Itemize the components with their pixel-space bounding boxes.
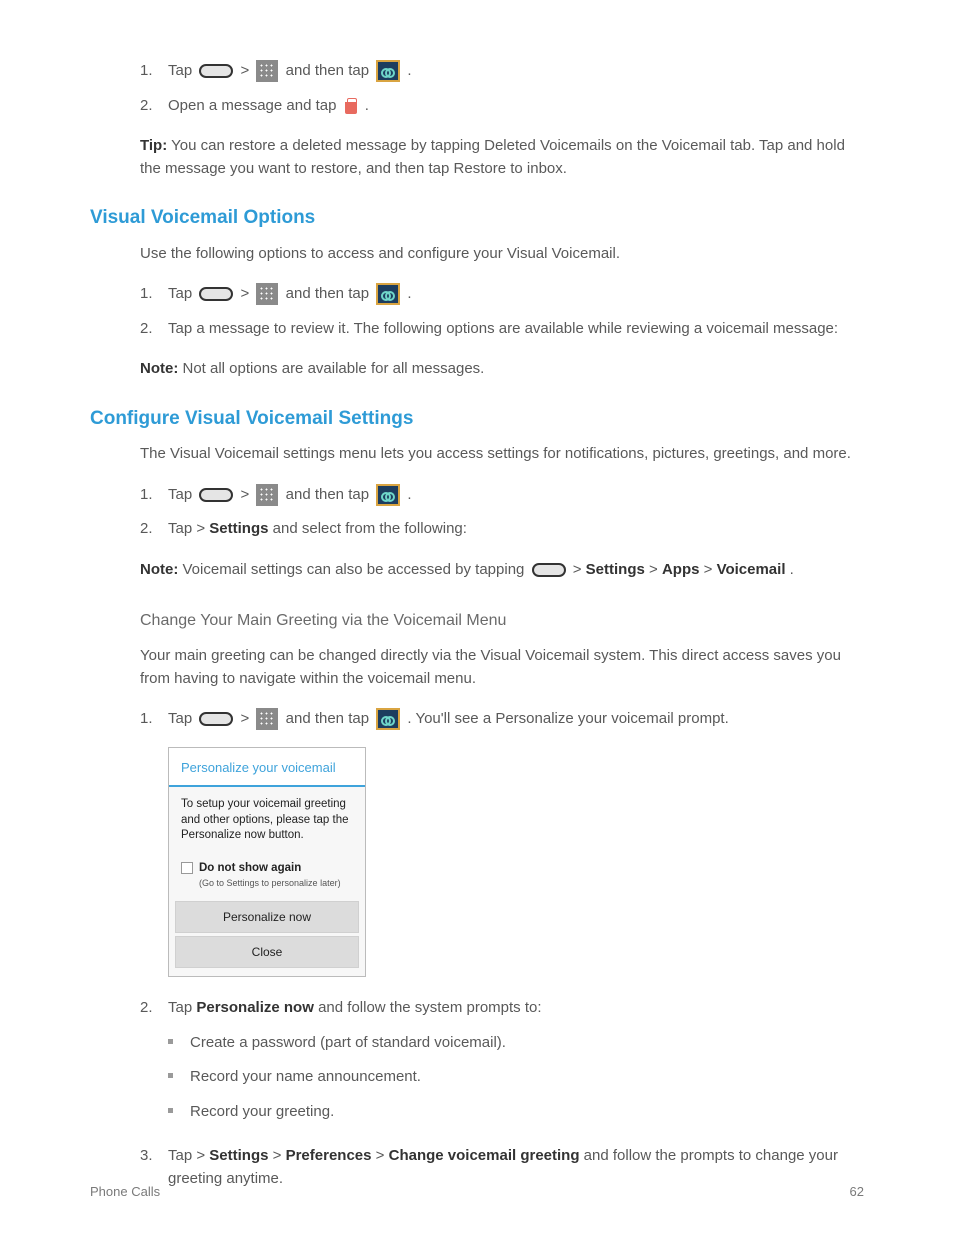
voicemail-icon bbox=[376, 484, 400, 506]
step-number: 2. bbox=[140, 318, 153, 341]
step-1-delete: 1. Tap > and then tap . bbox=[90, 60, 860, 83]
heading-vvm-options: Visual Voicemail Options bbox=[90, 204, 860, 233]
settings-label: Settings bbox=[209, 520, 268, 537]
home-pill-icon bbox=[199, 712, 233, 726]
step-text: Tap > Settings and select from the follo… bbox=[168, 520, 467, 537]
note-label: Note: bbox=[140, 360, 178, 377]
checkbox-primary: Do not show again bbox=[199, 860, 341, 877]
page-footer: Phone Calls 62 bbox=[90, 1182, 864, 1202]
step-number: 1. bbox=[140, 283, 153, 306]
home-pill-icon bbox=[199, 488, 233, 502]
keypad-icon bbox=[256, 708, 278, 730]
subhead-greeting: Change Your Main Greeting via the Voicem… bbox=[90, 609, 860, 633]
step-number: 2. bbox=[140, 95, 153, 118]
close-button[interactable]: Close bbox=[175, 936, 359, 968]
voicemail-icon bbox=[376, 708, 400, 730]
home-pill-icon bbox=[199, 64, 233, 78]
settings-label: Settings bbox=[209, 1147, 268, 1164]
checkbox-text: Do not show again (Go to Settings to per… bbox=[199, 860, 341, 891]
dialog-screenshot-row: Personalize your voicemail To setup your… bbox=[90, 747, 860, 978]
vvm-step-1: 1. Tap > and then tap . bbox=[90, 283, 860, 306]
configure-step-1: 1. Tap > and then tap . bbox=[90, 484, 860, 507]
heading-configure: Configure Visual Voicemail Settings bbox=[90, 405, 860, 434]
voicemail-icon bbox=[376, 60, 400, 82]
voicemail-icon bbox=[376, 283, 400, 305]
trash-icon bbox=[344, 98, 358, 114]
step-text: Open a message and tap . bbox=[168, 97, 369, 114]
personalize-now-label: Personalize now bbox=[196, 999, 314, 1016]
personalize-dialog: Personalize your voicemail To setup your… bbox=[168, 747, 366, 978]
note-label: Note: bbox=[140, 561, 178, 578]
greeting-intro: Your main greeting can be changed direct… bbox=[90, 645, 860, 690]
step-text: Tap > and then tap . You'll see a Person… bbox=[168, 710, 729, 727]
tip-text: You can restore a deleted message by tap… bbox=[140, 137, 845, 177]
personalize-now-button[interactable]: Personalize now bbox=[175, 901, 359, 933]
step-text: Tap > and then tap . bbox=[168, 285, 412, 302]
keypad-icon bbox=[256, 60, 278, 82]
dialog-body: To setup your voicemail greeting and oth… bbox=[169, 787, 365, 854]
vvm-step-2: 2. Tap a message to review it. The follo… bbox=[90, 318, 860, 341]
checkbox-icon[interactable] bbox=[181, 862, 193, 874]
dialog-title: Personalize your voicemail bbox=[169, 748, 365, 788]
step-number: 1. bbox=[140, 708, 153, 731]
configure-intro: The Visual Voicemail settings menu lets … bbox=[90, 443, 860, 466]
note-text: Not all options are available for all me… bbox=[183, 360, 485, 377]
list-item: Record your name announcement. bbox=[168, 1066, 860, 1089]
bullet-list: Create a password (part of standard voic… bbox=[90, 1032, 860, 1124]
step-number: 3. bbox=[140, 1145, 153, 1168]
voicemail-label: Voicemail bbox=[717, 561, 786, 578]
checkbox-secondary: (Go to Settings to personalize later) bbox=[199, 877, 341, 891]
apps-label: Apps bbox=[662, 561, 700, 578]
step-number: 2. bbox=[140, 997, 153, 1020]
greeting-step-1: 1. Tap > and then tap . You'll see a Per… bbox=[90, 708, 860, 731]
tip-block: Tip: You can restore a deleted message b… bbox=[90, 135, 860, 180]
greeting-step-2: 2. Tap Personalize now and follow the sy… bbox=[90, 997, 860, 1020]
dialog-checkbox-row[interactable]: Do not show again (Go to Settings to per… bbox=[169, 854, 365, 899]
configure-note: Note: Voicemail settings can also be acc… bbox=[90, 559, 860, 582]
step-number: 2. bbox=[140, 518, 153, 541]
home-pill-icon bbox=[532, 563, 566, 577]
page-content: 1. Tap > and then tap . 2. Open a messag… bbox=[90, 60, 860, 1190]
step-2-delete: 2. Open a message and tap . bbox=[90, 95, 860, 118]
step-number: 1. bbox=[140, 484, 153, 507]
step-text: Tap a message to review it. The followin… bbox=[168, 320, 838, 337]
keypad-icon bbox=[256, 484, 278, 506]
keypad-icon bbox=[256, 283, 278, 305]
step-text: Tap Personalize now and follow the syste… bbox=[168, 999, 542, 1016]
step-text: Tap > and then tap . bbox=[168, 486, 412, 503]
list-item: Create a password (part of standard voic… bbox=[168, 1032, 860, 1055]
home-pill-icon bbox=[199, 287, 233, 301]
vvm-note: Note: Not all options are available for … bbox=[90, 358, 860, 381]
footer-right: 62 bbox=[850, 1182, 864, 1202]
preferences-label: Preferences bbox=[286, 1147, 372, 1164]
configure-step-2: 2. Tap > Settings and select from the fo… bbox=[90, 518, 860, 541]
list-item: Record your greeting. bbox=[168, 1101, 860, 1124]
tip-label: Tip: bbox=[140, 137, 167, 154]
footer-left: Phone Calls bbox=[90, 1182, 160, 1202]
change-greeting-label: Change voicemail greeting bbox=[389, 1147, 580, 1164]
settings-label: Settings bbox=[586, 561, 645, 578]
step-text: Tap > and then tap . bbox=[168, 62, 412, 79]
step-number: 1. bbox=[140, 60, 153, 83]
vvm-options-intro: Use the following options to access and … bbox=[90, 243, 860, 266]
